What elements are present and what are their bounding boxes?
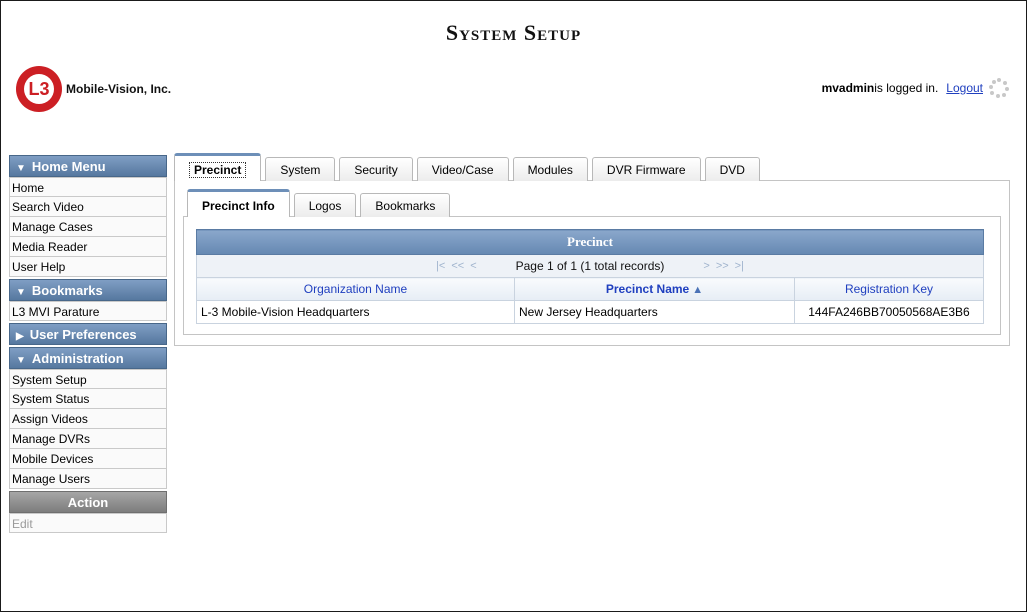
column-header-registration-key[interactable]: Registration Key [794,277,984,301]
last-page-icon[interactable]: >| [735,260,744,272]
company-name: Mobile-Vision, Inc. [66,82,172,96]
logged-in-text: is logged in. [874,81,939,95]
cell-precinct-name: New Jersey Headquarters [514,300,795,324]
user-preferences-header[interactable]: ▶ User Preferences [9,323,167,345]
table-row[interactable]: L-3 Mobile-Vision Headquarters New Jerse… [196,300,984,324]
sidebar: ▼ Home Menu Home Search Video Manage Case… [9,153,167,533]
pager: |< << < Page 1 of 1 (1 total records) > … [196,254,984,278]
previous-block-icon[interactable]: << [451,260,464,272]
bookmarks-header[interactable]: ▼ Bookmarks [9,279,167,301]
company-logo: L3 Mobile-Vision, Inc. [16,66,171,112]
subtab-panel: Precinct |< << < Page 1 of 1 (1 total re… [183,216,1001,335]
sidebar-item-media-reader[interactable]: Media Reader [9,237,167,257]
sidebar-item-manage-dvrs[interactable]: Manage DVRs [9,429,167,449]
action-header: Action [9,491,167,513]
subtab-precinct-info[interactable]: Precinct Info [187,189,290,217]
tab-system[interactable]: System [265,157,336,181]
logo-mark-text: L3 [24,74,54,104]
logout-link[interactable]: Logout [946,81,983,95]
sidebar-item-l3-mvi-parature[interactable]: L3 MVI Parature [9,301,167,321]
tab-security[interactable]: Security [339,157,413,181]
tab-panel: Precinct Info Logos Bookmarks Precinct |… [174,180,1010,346]
next-block-icon[interactable]: >> [716,260,729,272]
sidebar-item-home[interactable]: Home [9,177,167,197]
sidebar-item-system-status[interactable]: System Status [9,389,167,409]
pager-text: Page 1 of 1 (1 total records) [515,259,665,273]
previous-page-icon[interactable]: < [470,260,476,272]
spinner-icon [989,78,1009,98]
sidebar-item-manage-users[interactable]: Manage Users [9,469,167,489]
tab-video-case[interactable]: Video/Case [416,157,509,181]
tab-dvd[interactable]: DVD [704,157,760,181]
sidebar-item-assign-videos[interactable]: Assign Videos [9,409,167,429]
sidebar-item-system-setup[interactable]: System Setup [9,369,167,389]
tab-dvr-firmware[interactable]: DVR Firmware [591,157,701,181]
home-menu-header[interactable]: ▼ Home Menu [9,155,167,177]
username: mvadmin [821,81,875,95]
sort-ascending-icon: ▲ [692,284,704,296]
login-status: mvadmin is logged in. Logout [822,78,1009,98]
sidebar-item-user-help[interactable]: User Help [9,257,167,277]
column-header-precinct-name[interactable]: Precinct Name ▲ [514,277,795,301]
l3-logo-icon: L3 [16,66,62,112]
precinct-table: Precinct |< << < Page 1 of 1 (1 total re… [196,229,984,324]
page-title: System Setup [445,20,582,45]
collapsed-arrow-icon: ▶ [16,331,24,342]
subtab-bookmarks[interactable]: Bookmarks [360,193,451,217]
table-caption: Precinct [196,229,984,255]
cell-organization-name: L-3 Mobile-Vision Headquarters [196,300,515,324]
subtab-logos[interactable]: Logos [293,193,357,217]
sidebar-item-mobile-devices[interactable]: Mobile Devices [9,449,167,469]
expanded-arrow-icon: ▼ [16,355,26,366]
sidebar-item-manage-cases[interactable]: Manage Cases [9,217,167,237]
setup-tabs: Precinct System Security Video/Case Modu… [174,153,1010,181]
first-page-icon[interactable]: |< [436,260,445,272]
expanded-arrow-icon: ▼ [16,163,26,174]
tab-modules[interactable]: Modules [512,157,588,181]
tab-precinct[interactable]: Precinct [174,153,262,181]
cell-registration-key: 144FA246BB70050568AE3B6 [794,300,984,324]
sidebar-item-search-video[interactable]: Search Video [9,197,167,217]
next-page-icon[interactable]: > [703,260,709,272]
main-panel: Precinct System Security Video/Case Modu… [174,153,1010,346]
precinct-subtabs: Precinct Info Logos Bookmarks [187,189,1001,217]
expanded-arrow-icon: ▼ [16,287,26,298]
column-header-organization-name[interactable]: Organization Name [196,277,515,301]
action-edit: Edit [9,513,167,533]
administration-header[interactable]: ▼ Administration [9,347,167,369]
